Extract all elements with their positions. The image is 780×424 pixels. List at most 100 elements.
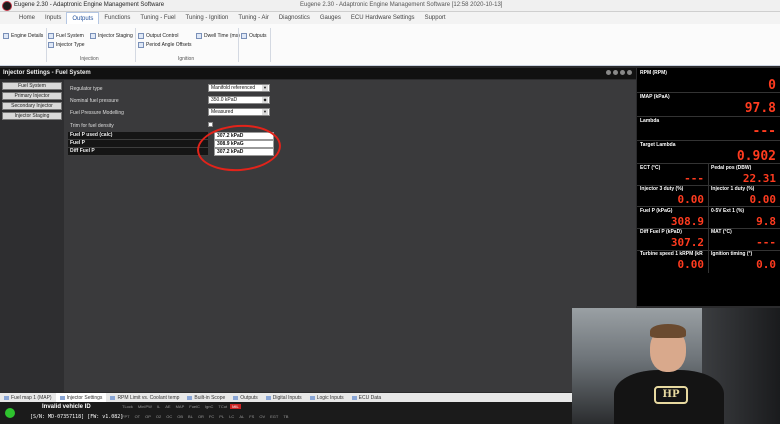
- title-bar: Eugene 2.30 - Adaptronic Engine Manageme…: [0, 0, 780, 12]
- status-flag: MIL: [230, 404, 241, 409]
- gauge-injector3: Injector 3 duty (%) 0.00: [640, 186, 704, 206]
- dwell-time-icon: [196, 33, 202, 39]
- tab-icon: [187, 395, 193, 400]
- settings-header: Injector Settings - Fuel System: [0, 68, 636, 79]
- prev-icon[interactable]: [606, 70, 611, 75]
- menu-tab-functions[interactable]: Functions: [99, 12, 135, 24]
- gauge-mat: MAT (°C) ---: [711, 229, 776, 249]
- tab-icon: [265, 395, 271, 400]
- serial-firmware: [S/N: MD-07357118] [FW: v1.082]: [30, 414, 124, 420]
- bottom-tab-fuel-map-1-map-[interactable]: Fuel map 1 (MAP): [0, 393, 56, 402]
- menu-tab-tuning-fuel[interactable]: Tuning - Fuel: [135, 12, 180, 24]
- connection-status-icon: [5, 408, 15, 418]
- gauge-turbine-speed: Turbine speed 1 kRPM (kR 0.00: [640, 251, 704, 271]
- modelling-select[interactable]: Measured ▼: [208, 108, 270, 116]
- menu-tab-support[interactable]: Support: [420, 12, 451, 24]
- dwell-time-button[interactable]: Dwell Time (ms): [196, 32, 240, 40]
- settings-form: Regulator type Manifold referenced ▼ Nomi…: [64, 80, 636, 392]
- status-flag: FuelC: [189, 404, 200, 409]
- spinner-icon[interactable]: ◆: [262, 97, 268, 103]
- trim-density-checkbox[interactable]: [208, 122, 213, 127]
- bottom-tab-rpm-limit-vs-coolant-temp[interactable]: RPM Limit vs. Coolant temp: [106, 393, 183, 402]
- engine-details-icon: [3, 33, 9, 39]
- fuel-system-button[interactable]: Fuel System: [48, 32, 84, 40]
- gauge-lambda: Lambda ---: [640, 118, 776, 139]
- gauge-ext1: 0-5V Ext 1 (%) 9.8: [711, 208, 776, 228]
- status-flag: AL: [239, 414, 245, 419]
- period-angle-offsets-button[interactable]: Period Angle Offsets: [138, 41, 192, 49]
- ribbon-separator: [270, 28, 271, 62]
- outputs-button[interactable]: Outputs: [241, 32, 267, 40]
- status-flag: PL: [219, 414, 225, 419]
- regulator-label: Regulator type: [70, 86, 103, 92]
- output-control-button[interactable]: Output Control: [138, 32, 179, 40]
- menu-tab-outputs[interactable]: Outputs: [66, 12, 100, 24]
- tab-icon: [59, 395, 65, 400]
- next-icon[interactable]: [613, 70, 618, 75]
- gauge-ignition-timing: Ignition timing (°) 0.0: [711, 251, 776, 271]
- menu-tab-tuning-air[interactable]: Tuning - Air: [233, 12, 273, 24]
- period-angle-icon: [138, 42, 144, 48]
- status-flag: O2: [155, 414, 162, 419]
- menu-tab-tuning-ignition[interactable]: Tuning - Ignition: [181, 12, 234, 24]
- tab-icon: [110, 395, 116, 400]
- bottom-tab-outputs[interactable]: Outputs: [229, 393, 262, 402]
- bottom-tab-logic-inputs[interactable]: Logic Inputs: [306, 393, 348, 402]
- gauge-diff-fuel-pressure: Diff Fuel P (kPaD) 307.2: [640, 229, 704, 249]
- settings-nav: Fuel System Primary Injector Secondary I…: [0, 80, 64, 392]
- nav-injector-staging[interactable]: Injector Staging: [2, 112, 62, 120]
- table-row: Diff Fuel P: [68, 148, 208, 156]
- menu-tabs: Home Inputs Outputs Functions Tuning - Fuel T…: [14, 12, 451, 24]
- settings-title: Injector Settings - Fuel System: [3, 70, 91, 76]
- settings-icon[interactable]: [620, 70, 625, 75]
- bottom-tab-injector-settings[interactable]: Injector Settings: [55, 393, 107, 402]
- status-flag: IL: [156, 404, 161, 409]
- status-flag: TB: [283, 414, 289, 419]
- close-icon[interactable]: [627, 70, 632, 75]
- outputs-icon: [241, 33, 247, 39]
- status-flag: OV: [259, 414, 266, 419]
- menu-tab-inputs[interactable]: Inputs: [40, 12, 66, 24]
- tab-icon: [351, 395, 357, 400]
- webcam-overlay: HP: [572, 308, 780, 424]
- header-controls: [606, 70, 632, 75]
- nav-secondary-injector[interactable]: Secondary Injector: [2, 102, 62, 110]
- nav-primary-injector[interactable]: Primary Injector: [2, 92, 62, 100]
- menu-tab-home[interactable]: Home: [14, 12, 40, 24]
- status-flag: OR: [197, 414, 204, 419]
- injector-type-button[interactable]: Injector Type: [48, 41, 85, 49]
- fuel-system-icon: [48, 33, 54, 39]
- bottom-tab-built-in-scope[interactable]: Built-in Scope: [183, 393, 229, 402]
- nominal-pressure-input[interactable]: 350.0 kPaD ◆: [208, 96, 270, 104]
- status-flag: LC: [229, 414, 235, 419]
- gauge-panel: RPM (RPM) 0 IMAP (kPaA) 97.8 Lambda --- Tar…: [637, 68, 780, 306]
- status-flag: IgnC: [204, 404, 214, 409]
- ribbon-separator: [135, 28, 136, 62]
- status-flag: FS: [249, 414, 255, 419]
- status-flag: BL: [188, 414, 193, 419]
- menu-tab-ecu-hardware-settings[interactable]: ECU Hardware Settings: [346, 12, 420, 24]
- nav-fuel-system[interactable]: Fuel System: [2, 82, 62, 90]
- gauge-imap: IMAP (kPaA) 97.8: [640, 94, 776, 116]
- injector-type-icon: [48, 42, 54, 48]
- app-window: Eugene 2.30 - Adaptronic Engine Manageme…: [0, 0, 780, 424]
- status-flag: OT: [134, 414, 141, 419]
- bottom-tab-digital-inputs[interactable]: Digital Inputs: [262, 393, 306, 402]
- menu-tab-diagnostics[interactable]: Diagnostics: [274, 12, 315, 24]
- status-flag: OP: [145, 414, 151, 419]
- trim-density-label: Trim for fuel density: [70, 123, 114, 129]
- menu-tab-gauges[interactable]: Gauges: [315, 12, 346, 24]
- injector-staging-icon: [90, 33, 96, 39]
- engine-details-button[interactable]: Engine Details: [3, 32, 43, 40]
- status-flag: TLock: [122, 404, 133, 409]
- gauge-fuel-pressure: Fuel P (kPaG) 308.9: [640, 208, 704, 228]
- regulator-select[interactable]: Manifold referenced ▼: [208, 84, 270, 92]
- gauge-target-lambda: Target Lambda 0.902: [640, 142, 776, 164]
- ribbon: Engine Details Fuel System Injector Type…: [0, 24, 780, 66]
- status-flag: EGT: [270, 414, 279, 419]
- bottom-tab-ecu-data[interactable]: ECU Data: [348, 393, 386, 402]
- status-flag: MinIPW: [137, 404, 152, 409]
- modelling-label: Fuel Pressure Modelling: [70, 110, 124, 116]
- shirt-logo: HP: [654, 386, 688, 404]
- injector-staging-button[interactable]: Injector Staging: [90, 32, 133, 40]
